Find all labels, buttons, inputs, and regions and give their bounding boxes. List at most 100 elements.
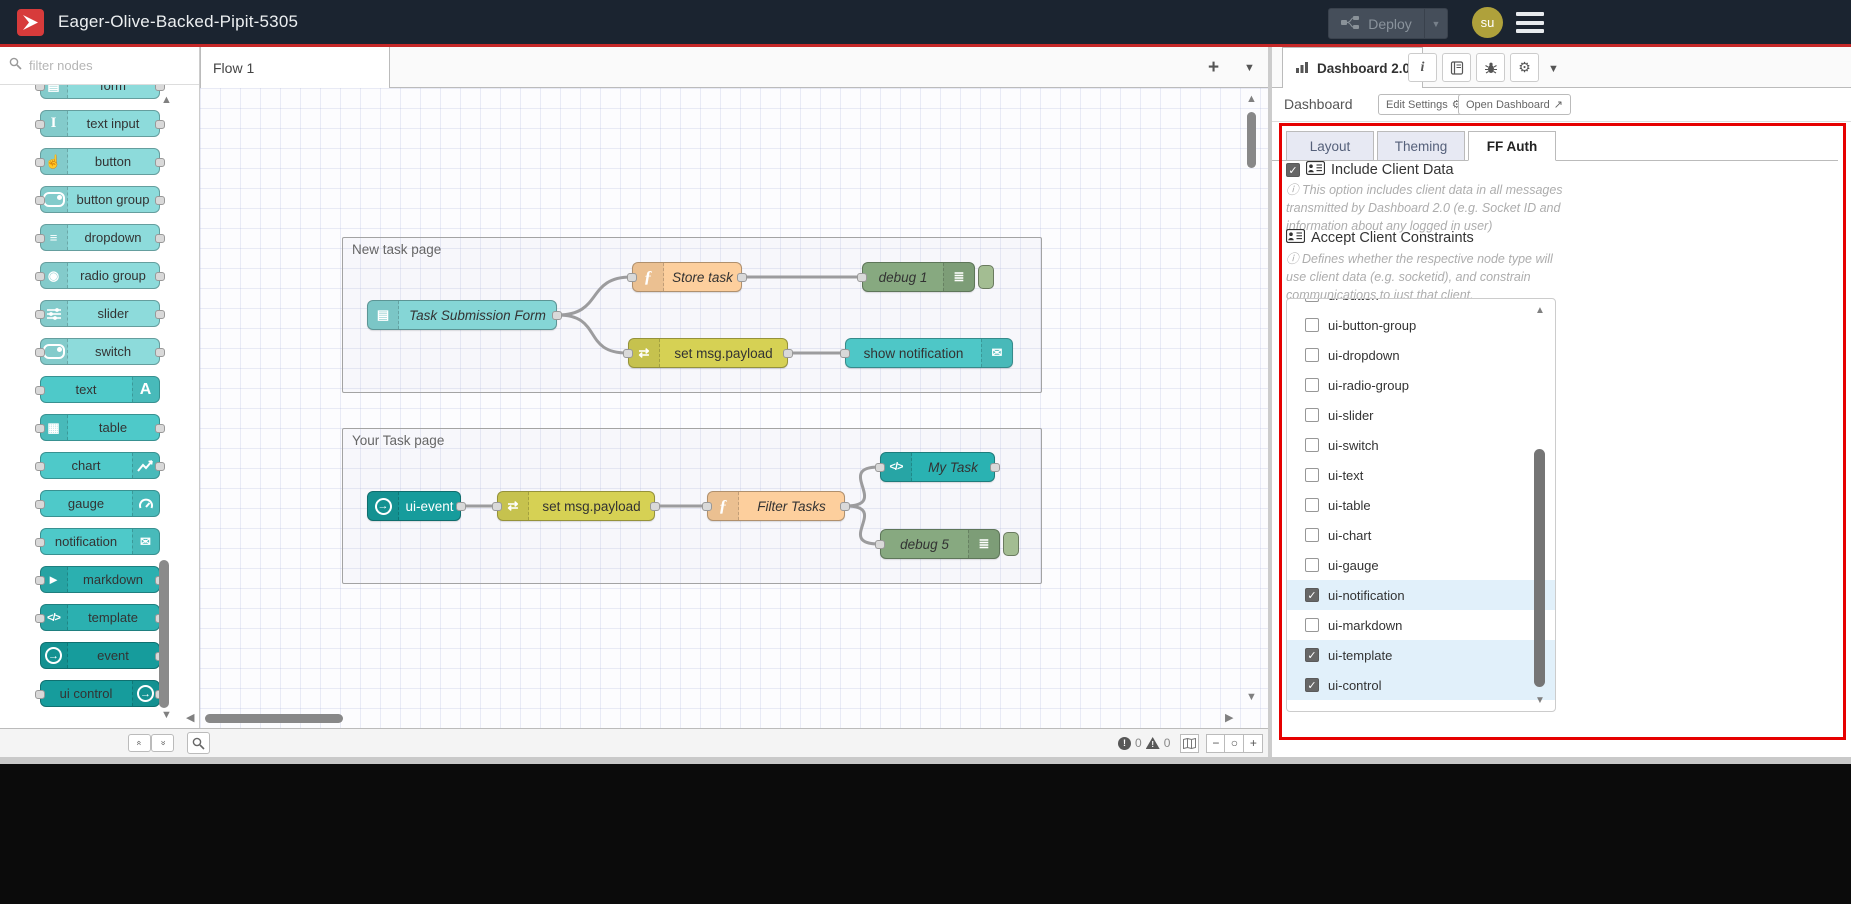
palette-node-markdown[interactable]: ►markdown [40,566,160,593]
input-port[interactable] [35,500,45,509]
deploy-options-caret-icon[interactable]: ▼ [1424,9,1447,38]
output-port[interactable] [155,234,165,243]
list-item-ui-button[interactable]: ui-button [1287,298,1555,310]
list-scrollbar-thumb[interactable] [1534,449,1545,687]
canvas-hscrollbar-thumb[interactable] [205,714,343,723]
palette-node-slider[interactable]: slider [40,300,160,327]
input-port[interactable] [35,424,45,433]
flow-list-caret-icon[interactable]: ▼ [1244,62,1255,74]
zoom-reset-button[interactable]: ○ [1225,734,1244,753]
checkbox-ui-control[interactable]: ✓ [1305,678,1319,692]
list-item-ui-slider[interactable]: ui-slider [1287,400,1555,430]
output-port[interactable] [456,502,466,511]
list-item-ui-template[interactable]: ✓ui-template [1287,640,1555,670]
input-port[interactable] [35,348,45,357]
output-port[interactable] [155,310,165,319]
palette-node-event[interactable]: →event [40,642,160,669]
palette-search[interactable] [0,47,199,85]
input-port[interactable] [857,273,867,282]
palette-scroll-up-icon[interactable]: ▲ [161,95,172,105]
palette-node-notification[interactable]: ✉notification [40,528,160,555]
list-item-ui-table[interactable]: ui-table [1287,490,1555,520]
input-port[interactable] [623,349,633,358]
sidebar-menu-caret-icon[interactable]: ▼ [1548,63,1559,75]
canvas-scroll-right-icon[interactable]: ▶ [1225,713,1233,723]
output-port[interactable] [990,463,1000,472]
list-item-ui-notification[interactable]: ✓ui-notification [1287,580,1555,610]
palette-node-switch[interactable]: switch [40,338,160,365]
list-item-ui-markdown[interactable]: ui-markdown [1287,610,1555,640]
palette-node-radio-group[interactable]: ◉radio group [40,262,160,289]
palette-filter-input[interactable] [27,57,181,74]
input-port[interactable] [35,272,45,281]
checkbox-ui-gauge[interactable] [1305,558,1319,572]
input-port[interactable] [35,310,45,319]
palette-node-text-input[interactable]: Itext input [40,110,160,137]
flow-node-set-msg-payload[interactable]: ⇄set msg.payload [628,338,788,368]
input-port[interactable] [35,614,45,623]
output-port[interactable] [155,158,165,167]
zoom-in-button[interactable]: + [1244,734,1263,753]
input-port[interactable] [35,234,45,243]
output-port[interactable] [840,502,850,511]
palette-node-button[interactable]: ☝button [40,148,160,175]
output-port[interactable] [155,85,165,91]
palette-collapse-all-button[interactable]: « [128,734,151,752]
list-item-ui-gauge[interactable]: ui-gauge [1287,550,1555,580]
flow-node-show-notification[interactable]: ✉show notification [845,338,1013,368]
palette-node-button-group[interactable]: button group [40,186,160,213]
palette-node-gauge[interactable]: gauge [40,490,160,517]
flow-node-set-msg-payload[interactable]: ⇄set msg.payload [497,491,655,521]
list-scroll-up-icon[interactable]: ▲ [1535,305,1545,316]
checkbox-ui-template[interactable]: ✓ [1305,648,1319,662]
canvas-vscrollbar-thumb[interactable] [1247,112,1256,168]
input-port[interactable] [35,85,45,91]
palette-scrollbar-thumb[interactable] [159,560,169,708]
input-port[interactable] [35,462,45,471]
palette-node-text[interactable]: Atext [40,376,160,403]
list-scroll-down-icon[interactable]: ▼ [1535,695,1545,706]
input-port[interactable] [35,386,45,395]
include-client-data-checkbox[interactable]: ✓ [1286,163,1300,177]
flow-node-debug-5[interactable]: ≣debug 5 [880,529,1000,559]
debug-toggle-button[interactable] [1003,532,1019,556]
constraint-node-list[interactable]: ui-buttonui-button-groupui-dropdownui-ra… [1286,298,1556,712]
input-port[interactable] [35,158,45,167]
info-tab-icon[interactable]: i [1408,53,1437,82]
checkbox-ui-text[interactable] [1305,468,1319,482]
palette-node-template[interactable]: </>template [40,604,160,631]
checkbox-ui-chart[interactable] [1305,528,1319,542]
canvas-search-button[interactable] [187,732,210,754]
input-port[interactable] [35,690,45,699]
open-dashboard-button[interactable]: Open Dashboard↗ [1458,94,1571,115]
output-port[interactable] [155,424,165,433]
list-item-ui-dropdown[interactable]: ui-dropdown [1287,340,1555,370]
input-port[interactable] [35,576,45,585]
flow-node-filter-tasks[interactable]: ƒFilter Tasks [707,491,845,521]
settings-gear-icon[interactable]: ⚙ [1510,53,1539,82]
canvas-scroll-down-icon[interactable]: ▼ [1246,692,1257,702]
input-port[interactable] [35,538,45,547]
checkbox-ui-button-group[interactable] [1305,318,1319,332]
input-port[interactable] [875,540,885,549]
flow-node-my-task[interactable]: </>My Task [880,452,995,482]
input-port[interactable] [702,502,712,511]
output-port[interactable] [155,196,165,205]
output-port[interactable] [783,349,793,358]
output-port[interactable] [155,120,165,129]
checkbox-ui-button[interactable] [1305,298,1319,302]
add-flow-icon[interactable]: + [1208,57,1219,79]
tab-theming[interactable]: Theming [1377,131,1465,161]
debug-toggle-button[interactable] [978,265,994,289]
palette-node-form[interactable]: ▤form [40,85,160,99]
input-port[interactable] [35,196,45,205]
help-book-icon[interactable] [1442,53,1471,82]
zoom-out-button[interactable]: − [1206,734,1225,753]
main-menu-icon[interactable] [1516,12,1544,33]
list-item-ui-switch[interactable]: ui-switch [1287,430,1555,460]
user-avatar[interactable]: su [1472,7,1503,38]
deploy-button[interactable]: Deploy ▼ [1328,8,1448,39]
palette-node-chart[interactable]: chart [40,452,160,479]
list-item-ui-control[interactable]: ✓ui-control [1287,670,1555,700]
checkbox-ui-markdown[interactable] [1305,618,1319,632]
